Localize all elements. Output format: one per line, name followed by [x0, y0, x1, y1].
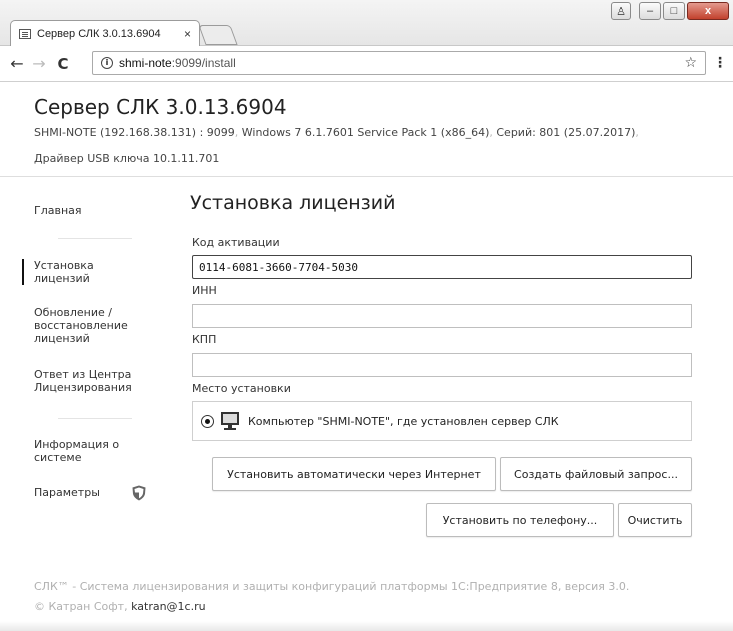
- sidebar: Главная Установка лицензий Обновление / …: [0, 178, 176, 548]
- separator: ,: [234, 126, 239, 139]
- server-series: Серий: 801 (25.07.2017): [496, 126, 636, 139]
- close-window-icon[interactable]: x: [687, 2, 729, 20]
- url-path: :9099/install: [171, 56, 236, 70]
- minimize-icon[interactable]: –: [639, 2, 661, 20]
- browser-titlebar: Сервер СЛК 3.0.13.6904 × ♙ – □ x: [0, 0, 733, 46]
- divider: [58, 418, 132, 419]
- driver-info: Драйвер USB ключа 10.1.11.701: [34, 152, 220, 165]
- bookmark-star-icon[interactable]: ☆: [684, 55, 697, 71]
- url-host: shmi-note: [119, 56, 172, 70]
- sidebar-item-system-info[interactable]: Информация о системе: [22, 438, 132, 464]
- email-link[interactable]: katran@1c.ru: [131, 600, 206, 613]
- create-file-request-button[interactable]: Создать файловый запрос...: [500, 457, 692, 491]
- footer-copyright: © Катран Софт, katran@1c.ru: [34, 597, 629, 617]
- kpp-input[interactable]: [192, 353, 692, 377]
- shield-icon: [132, 485, 146, 501]
- install-place-label: Место установки: [192, 382, 291, 395]
- browser-tab[interactable]: Сервер СЛК 3.0.13.6904 ×: [10, 20, 200, 46]
- install-by-phone-button[interactable]: Установить по телефону...: [426, 503, 614, 537]
- reload-icon[interactable]: C: [52, 55, 74, 73]
- copyright-text: © Катран Софт,: [34, 600, 128, 613]
- computer-icon: [221, 412, 239, 430]
- sidebar-item-update-licenses[interactable]: Обновление / восстановление лицензий: [22, 306, 142, 345]
- window-bottom-edge: [0, 621, 733, 631]
- inn-input[interactable]: [192, 304, 692, 328]
- forward-icon[interactable]: →: [28, 54, 50, 73]
- sidebar-item-licensing-center-response[interactable]: Ответ из Центра Лицензирования: [22, 368, 162, 394]
- page-icon: [19, 28, 31, 39]
- browser-menu-icon[interactable]: ⋮: [713, 55, 727, 71]
- close-tab-icon[interactable]: ×: [184, 27, 191, 41]
- new-tab-button[interactable]: [198, 25, 238, 45]
- sidebar-item-home[interactable]: Главная: [22, 204, 168, 217]
- kpp-label: КПП: [192, 333, 217, 346]
- page-header: Сервер СЛК 3.0.13.6904 SHMI-NOTE (192.16…: [0, 83, 733, 177]
- footer-description: СЛК™ - Система лицензирования и защиты к…: [34, 580, 630, 593]
- divider: [58, 238, 132, 239]
- separator: ,: [489, 126, 493, 139]
- url-text: shmi-note:9099/install: [119, 56, 236, 70]
- clear-button[interactable]: Очистить: [618, 503, 692, 537]
- install-place-option-label: Компьютер "SHMI-NOTE", где установлен се…: [248, 414, 559, 428]
- server-os: Windows 7 6.1.7601 Service Pack 1 (x86_6…: [241, 126, 490, 139]
- window-controls: ♙ – □ x: [611, 2, 729, 20]
- sidebar-item-install-licenses[interactable]: Установка лицензий: [22, 259, 132, 285]
- address-toolbar: ← → C i shmi-note:9099/install ☆ ⋮: [0, 46, 733, 82]
- section-title: Установка лицензий: [190, 192, 396, 214]
- page-title: Сервер СЛК 3.0.13.6904: [34, 95, 287, 119]
- maximize-icon[interactable]: □: [663, 2, 685, 20]
- inn-label: ИНН: [192, 284, 217, 297]
- install-place-group: Компьютер "SHMI-NOTE", где установлен се…: [192, 401, 692, 441]
- info-icon[interactable]: i: [101, 57, 113, 69]
- sidebar-item-settings[interactable]: Параметры: [22, 486, 168, 499]
- tab-title: Сервер СЛК 3.0.13.6904: [37, 27, 161, 40]
- server-host: SHMI-NOTE (192.168.38.131) : 9099: [34, 126, 235, 139]
- back-icon[interactable]: ←: [6, 54, 28, 73]
- activation-code-input[interactable]: [192, 255, 692, 279]
- separator: ,: [635, 126, 639, 139]
- activation-code-label: Код активации: [192, 236, 280, 249]
- install-online-button[interactable]: Установить автоматически через Интернет: [212, 457, 496, 491]
- user-icon[interactable]: ♙: [611, 2, 631, 20]
- page-footer: СЛК™ - Система лицензирования и защиты к…: [34, 577, 629, 617]
- install-place-radio[interactable]: [201, 414, 214, 428]
- server-info: SHMI-NOTE (192.168.38.131) : 9099, Windo…: [34, 126, 639, 139]
- url-bar[interactable]: i shmi-note:9099/install ☆: [92, 51, 706, 75]
